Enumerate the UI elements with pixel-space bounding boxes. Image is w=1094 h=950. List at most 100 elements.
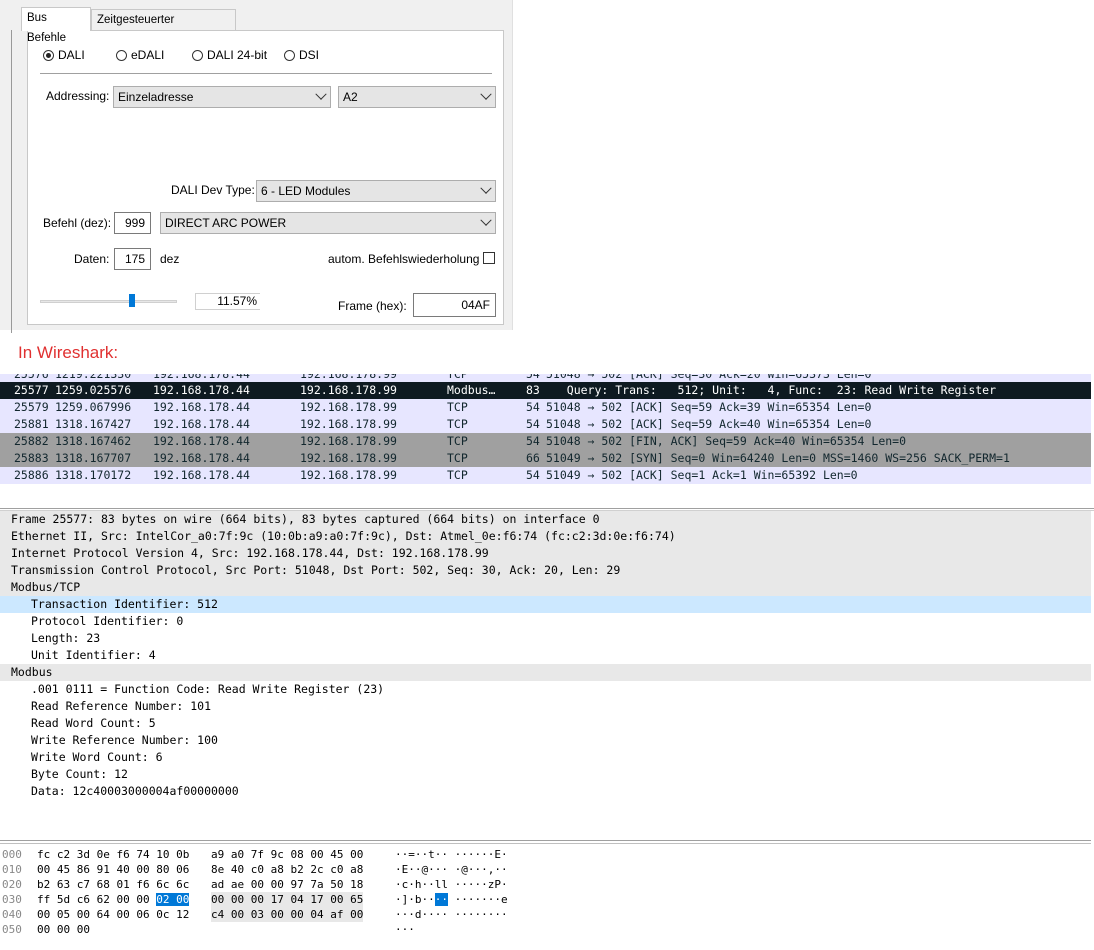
befehl-label: Befehl (dez): [43,216,112,230]
detail-row[interactable]: Byte Count: 12 [0,766,1091,783]
packet-row[interactable]: 25883 1318.167707 192.168.178.44 192.168.17… [0,450,1091,467]
radio-dsi-label: DSI [299,48,320,62]
packet-row[interactable]: 25881 1318.167427 192.168.178.44 192.168.17… [0,416,1091,433]
packet-dst: 192.168.178.99 [300,400,397,414]
radio-dsi[interactable]: DSI [284,47,319,63]
detail-row[interactable]: Transmission Control Protocol, Src Port:… [0,562,1091,579]
tab-zeitgesteuerter-befehlsaufruf[interactable]: Zeitgesteuerter Befehlsaufruf [91,9,236,46]
hex-offset: 050 [2,923,22,936]
packet-len: 54 [526,417,540,431]
address-select[interactable]: A2 [338,86,496,108]
packet-time: 1318.167427 [55,417,132,431]
detail-row[interactable]: Write Word Count: 6 [0,749,1091,766]
packet-time: 1318.170172 [55,468,132,482]
detail-row[interactable]: Modbus [0,664,1091,681]
level-percent: 11.57% [195,293,260,310]
hex-bytes-part: fc c2 3d 0e f6 74 10 0b [37,848,190,861]
hex-bytes-part: b2 63 c7 68 01 f6 6c 6c [37,878,190,891]
hex-bytes-part: 00 05 00 64 00 06 0c 12 [37,908,190,921]
radio-dali-label: DALI [58,48,85,62]
level-slider-track[interactable] [40,300,177,303]
hex-offset: 030 [2,893,22,906]
packet-src: 192.168.178.44 [153,434,250,448]
detail-row[interactable]: Data: 12c40003000004af00000000 [0,783,1091,800]
level-slider-thumb[interactable] [129,294,136,307]
radio-edali[interactable]: eDALI [116,47,164,63]
daten-input[interactable]: 175 [114,248,151,270]
packet-info: 51049 → 502 [ACK] Seq=1 Ack=1 Win=65392 … [546,468,858,482]
packet-no: 25579 [14,400,49,414]
hex-bytes: ff 5d c6 62 00 00 02 00 [37,892,190,907]
packet-len: 54 [526,400,540,414]
packet-proto: TCP [447,468,468,482]
packet-time: 1318.167707 [55,451,132,465]
tab-bus-befehle[interactable]: Bus Befehle [21,7,91,44]
detail-row[interactable]: Transaction Identifier: 512 [0,596,1091,613]
detail-row[interactable]: Write Reference Number: 100 [0,732,1091,749]
radio-dali-indicator[interactable] [43,49,54,61]
packet-info: Query: Trans: 512; Unit: 4, Func: 23: Re… [546,383,997,397]
packet-dst: 192.168.178.99 [300,417,397,431]
chevron-down-icon [480,182,492,194]
frame-hex-input[interactable]: 04AF [413,293,496,317]
detail-row[interactable]: Frame 25577: 83 bytes on wire (664 bits)… [0,511,1091,528]
detail-row[interactable]: Unit Identifier: 4 [0,647,1091,664]
packet-src: 192.168.178.44 [153,417,250,431]
befehl-name: DIRECT ARC POWER [165,216,287,230]
detail-row[interactable]: Length: 23 [0,630,1091,647]
addressing-label: Addressing: [46,89,110,103]
divider [40,73,492,74]
devtype-select[interactable]: 6 - LED Modules [256,180,496,202]
radio-dsi-indicator[interactable] [284,49,295,61]
packet-time: 1259.067996 [55,400,132,414]
hex-bytes-part: c4 00 03 00 00 04 af 00 [211,907,364,922]
pane-separator[interactable] [0,840,1091,844]
chevron-down-icon [315,88,327,100]
detail-row[interactable]: Protocol Identifier: 0 [0,613,1091,630]
detail-row[interactable]: Modbus/TCP [0,579,1091,596]
packet-row[interactable]: 25882 1318.167462 192.168.178.44 192.168.17… [0,433,1091,450]
detail-row[interactable]: Read Word Count: 5 [0,715,1091,732]
packet-row[interactable]: 25577 1259.025576 192.168.178.44 192.168.17… [0,382,1091,399]
radio-dali-24bit[interactable]: DALI 24-bit [192,47,267,63]
packet-row[interactable]: 25886 1318.170172 192.168.178.44 192.168.17… [0,467,1091,484]
detail-row[interactable]: Read Reference Number: 101 [0,698,1091,715]
packet-dst: 192.168.178.99 [300,451,397,465]
detail-row[interactable]: Ethernet II, Src: IntelCor_a0:7f:9c (10:… [0,528,1091,545]
hex-ascii: ·c·h··ll ·····zP· [395,878,508,891]
detail-row[interactable]: Internet Protocol Version 4, Src: 192.16… [0,545,1091,562]
hex-ascii: ··=··t·· ······E· [395,848,508,861]
packet-info: 51049 → 502 [SYN] Seq=0 Win=64240 Len=0 … [546,451,1010,465]
packet-no: 25883 [14,451,49,465]
hex-ascii-part: ·]·b·· [395,893,435,906]
chevron-down-icon [480,214,492,226]
wireshark-heading: In Wireshark: [18,343,119,362]
packet-dst: 192.168.178.99 [300,468,397,482]
packet-no: 25577 [14,383,49,397]
hex-bytes-selected: 02 00 [156,893,190,906]
hex-bytes-part: 00 00 00 17 04 17 00 65 [211,892,364,907]
addressing-value: Einzeladresse [118,90,194,104]
radio-dali-24bit-label: DALI 24-bit [207,48,268,62]
hex-offset: 040 [2,908,22,921]
hex-bytes: b2 63 c7 68 01 f6 6c 6c [37,877,189,892]
radio-dali[interactable]: DALI [43,47,85,63]
detail-row[interactable]: .001 0111 = Function Code: Read Write Re… [0,681,1091,698]
befehl-select[interactable]: DIRECT ARC POWER [160,212,496,234]
packet-src: 192.168.178.44 [153,468,250,482]
hex-ascii: ·]·b···· ·······e [395,892,508,907]
hex-offset: 010 [2,863,22,876]
befehl-input[interactable]: 999 [114,212,151,234]
radio-edali-indicator[interactable] [116,49,127,61]
packet-len: 54 [526,468,540,482]
hex-bytes: fc c2 3d 0e f6 74 10 0b [37,847,189,862]
repeat-checkbox[interactable] [483,252,495,264]
packet-proto: TCP [447,417,468,431]
hex-bytes-part: 00 00 00 [37,923,90,936]
radio-dali-24bit-indicator[interactable] [192,49,203,61]
hex-offset: 000 [2,848,22,861]
addressing-select[interactable]: Einzeladresse [113,86,331,108]
packet-row[interactable]: 25579 1259.067996 192.168.178.44 192.168.17… [0,399,1091,416]
hex-bytes-part: a9 a0 7f 9c 08 00 45 00 [211,848,364,861]
hex-ascii-selected: ·· [434,893,448,906]
